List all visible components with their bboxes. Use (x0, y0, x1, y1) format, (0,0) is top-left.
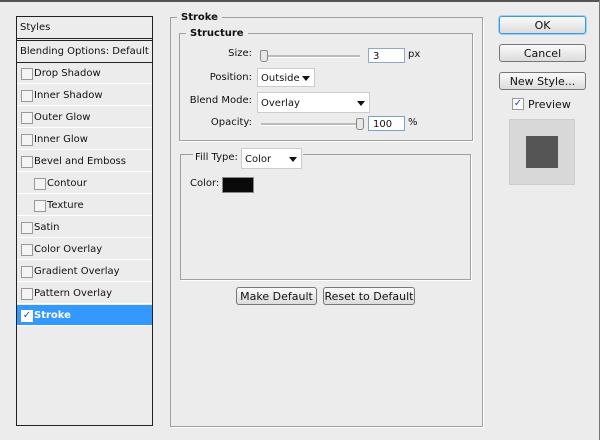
style-item-gradient-overlay[interactable]: Gradient Overlay (17, 261, 152, 282)
style-item-satin[interactable]: Satin (17, 217, 152, 238)
style-item-drop-shadow[interactable]: Drop Shadow (17, 63, 152, 84)
blending-options[interactable]: Blending Options: Default (17, 40, 152, 63)
style-item-inner-glow[interactable]: Inner Glow (17, 129, 152, 150)
position-value: Outside (261, 73, 300, 84)
style-item-label: Bevel and Emboss (34, 156, 126, 167)
style-item-color-overlay[interactable]: Color Overlay (17, 239, 152, 260)
blend-mode-label: Blend Mode: (189, 95, 252, 106)
cancel-button[interactable]: Cancel (499, 44, 586, 62)
chevron-down-icon (289, 157, 297, 162)
fill-type-value: Color (245, 154, 272, 165)
fill-type-label: Fill Type: (195, 152, 238, 163)
size-label: Size: (228, 48, 252, 59)
opacity-label: Opacity: (210, 117, 252, 128)
checkbox[interactable] (21, 134, 33, 146)
chevron-down-icon (357, 101, 365, 106)
checkbox[interactable] (34, 200, 46, 212)
position-select[interactable]: Outside (257, 68, 315, 87)
checkbox[interactable] (21, 244, 33, 256)
opacity-slider[interactable] (261, 123, 361, 126)
checkbox[interactable] (21, 68, 33, 80)
position-label: Position: (209, 72, 252, 83)
styles-list: Styles Blending Options: Default Drop Sh… (16, 16, 153, 426)
ok-button[interactable]: OK (499, 16, 586, 34)
checkbox[interactable] (21, 112, 33, 124)
preview-label: Preview (528, 98, 571, 111)
size-unit: px (408, 49, 421, 60)
style-item-pattern-overlay[interactable]: Pattern Overlay (17, 283, 152, 304)
window-border (0, 0, 600, 2)
size-slider[interactable] (260, 55, 360, 58)
style-item-inner-shadow[interactable]: Inner Shadow (17, 85, 152, 106)
size-input[interactable]: 3 (368, 48, 405, 63)
styles-header[interactable]: Styles (17, 17, 152, 39)
opacity-unit: % (408, 117, 418, 128)
blend-mode-value: Overlay (261, 98, 300, 109)
fill-group (180, 154, 471, 280)
style-item-bevel-and-emboss[interactable]: Bevel and Emboss (17, 151, 152, 172)
style-item-label: Drop Shadow (34, 68, 101, 79)
structure-title: Structure (190, 28, 244, 39)
style-item-label: Pattern Overlay (34, 288, 113, 299)
new-style-button[interactable]: New Style... (499, 72, 586, 90)
opacity-input[interactable]: 100 (368, 116, 405, 131)
checkbox[interactable] (21, 266, 33, 278)
checkbox[interactable] (21, 288, 33, 300)
blend-mode-select[interactable]: Overlay (257, 92, 370, 113)
color-swatch[interactable] (222, 177, 254, 193)
opacity-slider-thumb[interactable] (356, 118, 364, 130)
size-slider-thumb[interactable] (259, 50, 268, 62)
style-item-texture[interactable]: Texture (17, 195, 152, 216)
checkbox[interactable] (21, 156, 33, 168)
style-item-label: Inner Shadow (34, 90, 103, 101)
reset-default-button[interactable]: Reset to Default (323, 287, 415, 305)
preview-square (526, 136, 558, 168)
checkbox[interactable] (21, 222, 33, 234)
make-default-button[interactable]: Make Default (236, 287, 317, 305)
style-item-label: Color Overlay (34, 244, 103, 255)
preview-thumbnail (509, 119, 575, 185)
fill-type-select[interactable]: Color (241, 148, 302, 169)
style-item-label: Outer Glow (34, 112, 91, 123)
style-item-contour[interactable]: Contour (17, 173, 152, 194)
style-item-outer-glow[interactable]: Outer Glow (17, 107, 152, 128)
color-label: Color: (190, 178, 220, 189)
checkbox[interactable] (34, 178, 46, 190)
style-item-label: Inner Glow (34, 134, 88, 145)
style-item-label: Texture (47, 200, 84, 211)
fill-type-row: Fill Type: Color (193, 148, 303, 169)
style-item-stroke[interactable]: ✓ Stroke (17, 305, 152, 326)
style-item-label: Gradient Overlay (34, 266, 120, 277)
stroke-title: Stroke (181, 12, 218, 23)
preview-checkbox[interactable]: ✓ (512, 98, 524, 110)
checkbox[interactable] (21, 90, 33, 102)
style-item-label: Satin (34, 222, 60, 233)
chevron-down-icon (302, 76, 310, 81)
style-item-label: Stroke (34, 310, 71, 321)
style-item-label: Contour (47, 178, 87, 189)
checkbox[interactable]: ✓ (21, 310, 33, 322)
